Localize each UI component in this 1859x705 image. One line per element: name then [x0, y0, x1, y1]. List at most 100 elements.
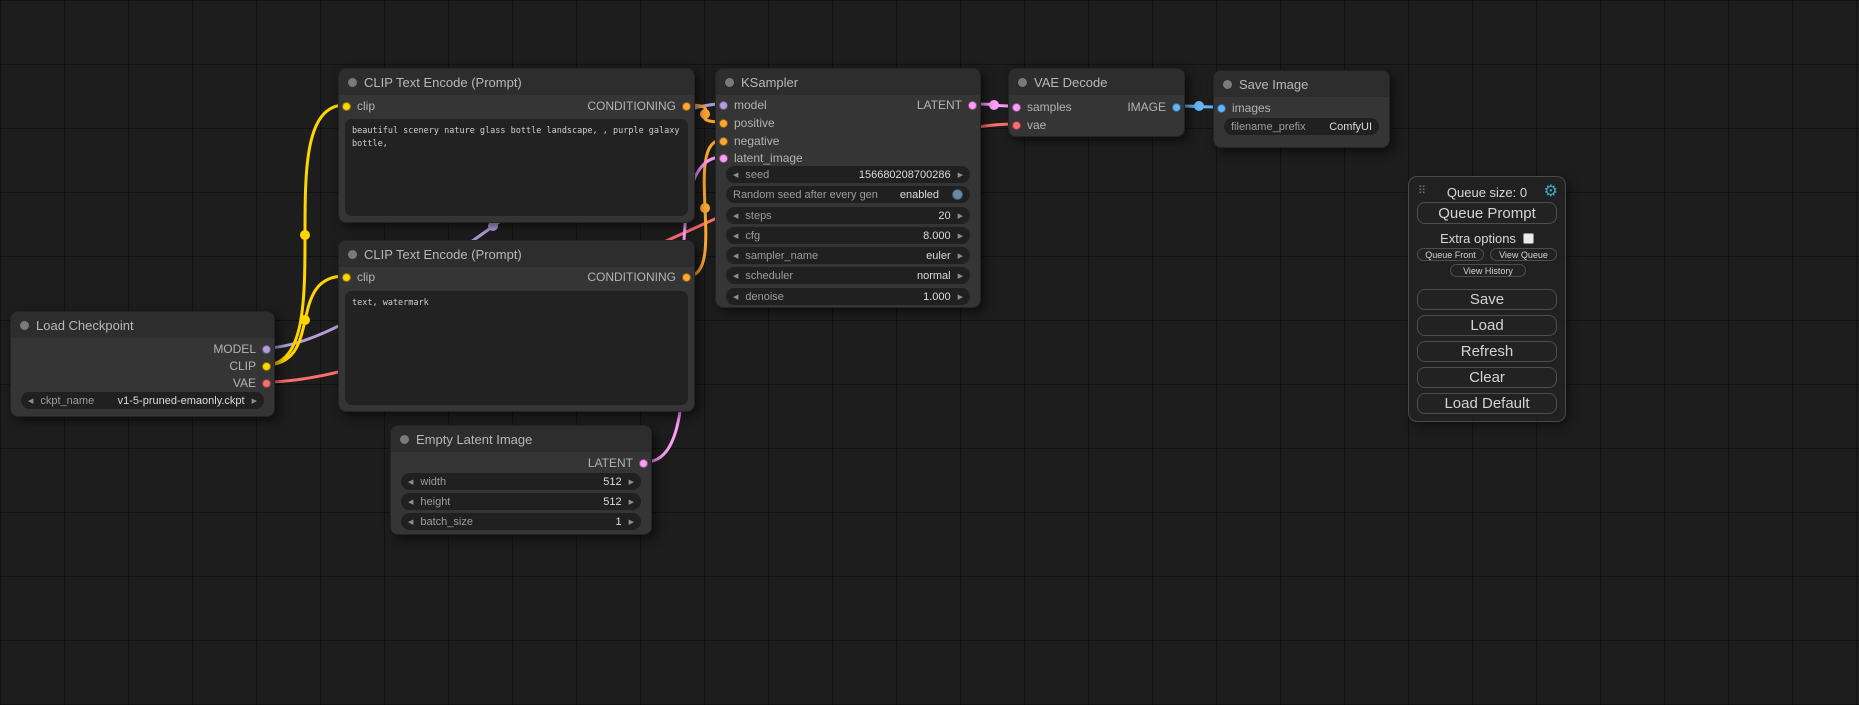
collapse-dot[interactable] — [1018, 78, 1027, 87]
save-button[interactable]: Save — [1417, 289, 1557, 310]
node-empty-latent-image[interactable]: Empty Latent Image LATENT ◀ width 512 ▶ … — [390, 425, 652, 535]
node-header[interactable]: CLIP Text Encode (Prompt) — [339, 69, 694, 95]
output-slot-vae: VAE — [233, 375, 271, 391]
widget-scheduler[interactable]: ◀ scheduler normal ▶ — [726, 267, 970, 284]
collapse-dot[interactable] — [348, 78, 357, 87]
node-ksampler[interactable]: KSampler model positive negative latent_… — [715, 68, 981, 308]
toggle-knob[interactable] — [952, 189, 963, 200]
slot-dot-clip[interactable] — [262, 362, 271, 371]
node-header[interactable]: CLIP Text Encode (Prompt) — [339, 241, 694, 267]
node-header[interactable]: KSampler — [716, 69, 980, 95]
widget-width[interactable]: ◀ width 512 ▶ — [401, 473, 641, 490]
input-slot-images: images — [1217, 100, 1271, 116]
slot-dot-image[interactable] — [1217, 104, 1226, 113]
increment-arrow-icon[interactable]: ▶ — [252, 397, 257, 405]
slot-dot-latent[interactable] — [719, 154, 728, 163]
decrement-arrow-icon[interactable]: ◀ — [733, 212, 738, 220]
prompt-textarea[interactable]: beautiful scenery nature glass bottle la… — [345, 119, 688, 216]
widget-random-seed-toggle[interactable]: Random seed after every gen enabled — [726, 186, 970, 203]
decrement-arrow-icon[interactable]: ◀ — [28, 397, 33, 405]
link-midpoint-dot[interactable] — [989, 100, 999, 110]
increment-arrow-icon[interactable]: ▶ — [958, 252, 963, 260]
widget-seed[interactable]: ◀ seed 156680208700286 ▶ — [726, 166, 970, 183]
queue-front-button[interactable]: Queue Front — [1417, 248, 1484, 261]
extra-options-checkbox[interactable] — [1523, 233, 1534, 244]
widget-value: 1.000 — [923, 291, 951, 303]
slot-label: samples — [1027, 100, 1072, 114]
link-midpoint-dot[interactable] — [300, 315, 310, 325]
load-default-button[interactable]: Load Default — [1417, 393, 1557, 414]
widget-ckpt-name[interactable]: ◀ ckpt_name v1-5-pruned-emaonly.ckpt ▶ — [21, 392, 264, 409]
node-header[interactable]: Load Checkpoint — [11, 312, 274, 338]
decrement-arrow-icon[interactable]: ◀ — [408, 498, 413, 506]
slot-dot-latent[interactable] — [1012, 103, 1021, 112]
node-vae-decode[interactable]: VAE Decode samples vae IMAGE — [1008, 68, 1185, 137]
node-save-image[interactable]: Save Image images filename_prefix ComfyU… — [1213, 70, 1390, 148]
increment-arrow-icon[interactable]: ▶ — [958, 272, 963, 280]
widget-batch-size[interactable]: ◀ batch_size 1 ▶ — [401, 513, 641, 530]
widget-steps[interactable]: ◀ steps 20 ▶ — [726, 207, 970, 224]
collapse-dot[interactable] — [1223, 80, 1232, 89]
load-button[interactable]: Load — [1417, 315, 1557, 336]
collapse-dot[interactable] — [20, 321, 29, 330]
decrement-arrow-icon[interactable]: ◀ — [408, 478, 413, 486]
slot-dot-image[interactable] — [1172, 103, 1181, 112]
refresh-button[interactable]: Refresh — [1417, 341, 1557, 362]
slot-dot-model[interactable] — [719, 101, 728, 110]
increment-arrow-icon[interactable]: ▶ — [958, 232, 963, 240]
widget-height[interactable]: ◀ height 512 ▶ — [401, 493, 641, 510]
widget-value: 156680208700286 — [859, 169, 951, 181]
slot-dot-clip[interactable] — [342, 102, 351, 111]
collapse-dot[interactable] — [348, 250, 357, 259]
settings-gear-icon[interactable]: ⚙ — [1544, 181, 1558, 201]
widget-filename-prefix[interactable]: filename_prefix ComfyUI — [1224, 118, 1379, 135]
decrement-arrow-icon[interactable]: ◀ — [733, 252, 738, 260]
decrement-arrow-icon[interactable]: ◀ — [733, 232, 738, 240]
slot-dot-conditioning[interactable] — [719, 137, 728, 146]
increment-arrow-icon[interactable]: ▶ — [629, 498, 634, 506]
slot-dot-clip[interactable] — [342, 273, 351, 282]
slot-dot-conditioning[interactable] — [682, 273, 691, 282]
widget-sampler-name[interactable]: ◀ sampler_name euler ▶ — [726, 247, 970, 264]
node-clip-text-encode-positive[interactable]: CLIP Text Encode (Prompt) clip CONDITION… — [338, 68, 695, 223]
node-load-checkpoint[interactable]: Load Checkpoint MODEL CLIP VAE ◀ ckpt_na… — [10, 311, 275, 417]
increment-arrow-icon[interactable]: ▶ — [958, 171, 963, 179]
link-midpoint-dot[interactable] — [1194, 101, 1204, 111]
node-header[interactable]: Save Image — [1214, 71, 1389, 97]
slot-dot-vae[interactable] — [1012, 121, 1021, 130]
node-header[interactable]: VAE Decode — [1009, 69, 1184, 95]
decrement-arrow-icon[interactable]: ◀ — [733, 293, 738, 301]
link-midpoint-dot[interactable] — [700, 203, 710, 213]
slot-dot-latent[interactable] — [968, 101, 977, 110]
node-clip-text-encode-negative[interactable]: CLIP Text Encode (Prompt) clip CONDITION… — [338, 240, 695, 412]
decrement-arrow-icon[interactable]: ◀ — [733, 272, 738, 280]
view-history-button[interactable]: View History — [1450, 264, 1526, 277]
increment-arrow-icon[interactable]: ▶ — [958, 212, 963, 220]
node-header[interactable]: Empty Latent Image — [391, 426, 651, 452]
increment-arrow-icon[interactable]: ▶ — [629, 478, 634, 486]
clear-button[interactable]: Clear — [1417, 367, 1557, 388]
slot-dot-latent[interactable] — [639, 459, 648, 468]
link-midpoint-dot[interactable] — [700, 109, 710, 119]
decrement-arrow-icon[interactable]: ◀ — [408, 518, 413, 526]
increment-arrow-icon[interactable]: ▶ — [958, 293, 963, 301]
collapse-dot[interactable] — [725, 78, 734, 87]
slot-dot-vae[interactable] — [262, 379, 271, 388]
slot-label: IMAGE — [1127, 100, 1166, 114]
prompt-textarea[interactable]: text, watermark — [345, 291, 688, 405]
link-midpoint-dot[interactable] — [300, 230, 310, 240]
widget-cfg[interactable]: ◀ cfg 8.000 ▶ — [726, 227, 970, 244]
slot-dot-model[interactable] — [262, 345, 271, 354]
slot-dot-conditioning[interactable] — [719, 119, 728, 128]
slot-dot-conditioning[interactable] — [682, 102, 691, 111]
queue-prompt-button[interactable]: Queue Prompt — [1417, 202, 1557, 224]
input-slot-vae: vae — [1012, 117, 1046, 133]
widget-label: denoise — [745, 291, 784, 303]
slot-label: images — [1232, 101, 1271, 115]
increment-arrow-icon[interactable]: ▶ — [629, 518, 634, 526]
widget-denoise[interactable]: ◀ denoise 1.000 ▶ — [726, 288, 970, 305]
view-queue-button[interactable]: View Queue — [1490, 248, 1557, 261]
node-title: Load Checkpoint — [36, 318, 134, 333]
decrement-arrow-icon[interactable]: ◀ — [733, 171, 738, 179]
collapse-dot[interactable] — [400, 435, 409, 444]
